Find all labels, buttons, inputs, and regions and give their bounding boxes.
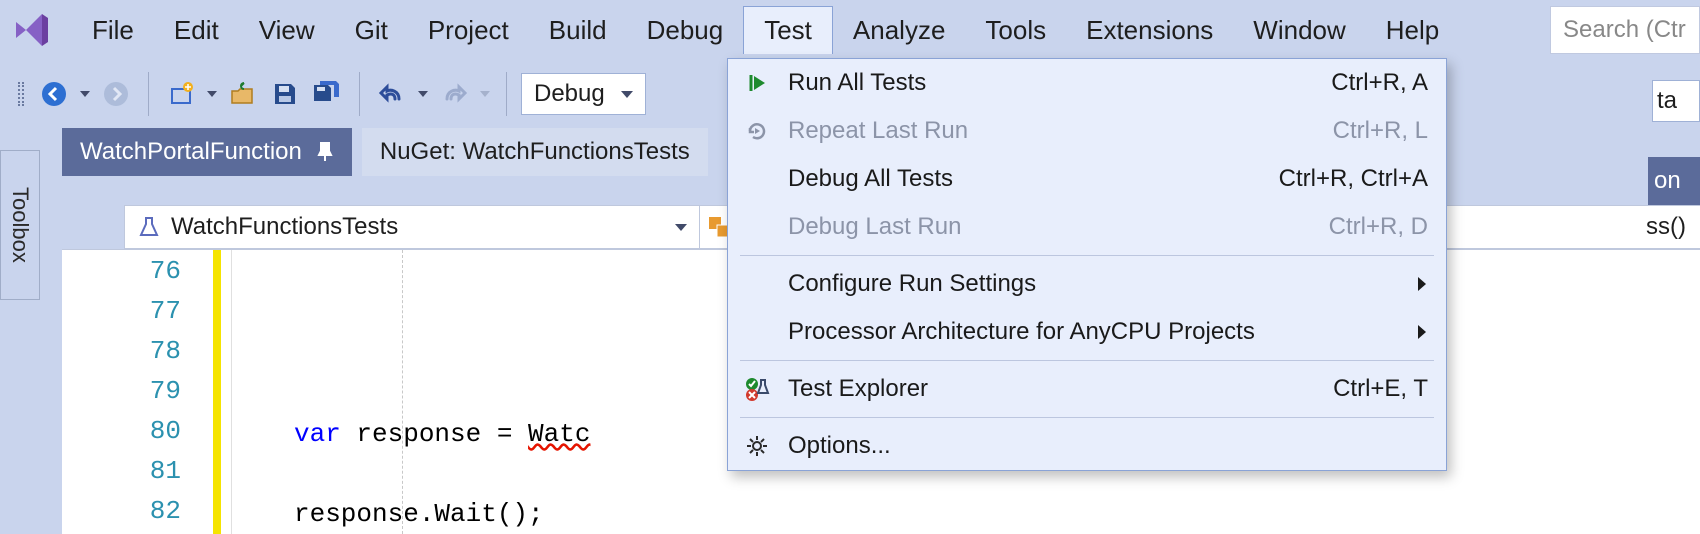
line-number: 78 bbox=[150, 336, 181, 366]
menu-test[interactable]: Test bbox=[743, 6, 833, 54]
undo-dropdown[interactable] bbox=[416, 87, 430, 101]
line-number: 81 bbox=[150, 456, 181, 486]
test-menu-dropdown: Run All Tests Ctrl+R, A Repeat Last Run … bbox=[727, 58, 1447, 471]
menu-git[interactable]: Git bbox=[335, 7, 408, 54]
nav-back-button[interactable] bbox=[36, 76, 72, 112]
editor-gutter: 76 77 78 79 80 81 82 bbox=[62, 250, 232, 534]
menu-item-label: Debug All Tests bbox=[788, 165, 953, 193]
toolbar-separator bbox=[359, 72, 360, 116]
menu-item-label: Options... bbox=[788, 432, 891, 460]
document-tab-watchportal[interactable]: WatchPortalFunction bbox=[62, 128, 352, 176]
search-placeholder: Search (Ctr bbox=[1563, 16, 1686, 44]
play-icon bbox=[742, 68, 772, 98]
toolbox-label: Toolbox bbox=[7, 187, 33, 263]
menu-item-label: Processor Architecture for AnyCPU Projec… bbox=[788, 318, 1255, 346]
menu-item-label: Run All Tests bbox=[788, 69, 926, 97]
menu-item-processor-architecture[interactable]: Processor Architecture for AnyCPU Projec… bbox=[728, 308, 1446, 356]
line-number: 80 bbox=[150, 416, 181, 446]
test-explorer-icon bbox=[742, 374, 772, 404]
line-number: 79 bbox=[150, 376, 181, 406]
repeat-icon bbox=[742, 116, 772, 146]
menu-separator bbox=[740, 417, 1434, 418]
menu-tools[interactable]: Tools bbox=[965, 7, 1066, 54]
toolbar-separator bbox=[148, 72, 149, 116]
menu-file[interactable]: File bbox=[72, 7, 154, 54]
menu-analyze[interactable]: Analyze bbox=[833, 7, 966, 54]
toolbar-grip-icon bbox=[18, 82, 24, 106]
menu-item-shortcut: Ctrl+E, T bbox=[1333, 375, 1428, 403]
menu-item-repeat-last-run: Repeat Last Run Ctrl+R, L bbox=[728, 107, 1446, 155]
menu-item-options[interactable]: Options... bbox=[728, 422, 1446, 470]
save-button[interactable] bbox=[267, 76, 303, 112]
change-indicator bbox=[213, 250, 221, 534]
vs-logo-icon bbox=[8, 6, 56, 54]
pin-icon[interactable] bbox=[316, 141, 334, 163]
menu-item-shortcut: Ctrl+R, L bbox=[1333, 117, 1428, 145]
menu-item-run-all-tests[interactable]: Run All Tests Ctrl+R, A bbox=[728, 59, 1446, 107]
flask-icon bbox=[137, 215, 161, 239]
line-number: 77 bbox=[150, 296, 181, 326]
chevron-right-icon bbox=[1418, 325, 1428, 339]
menu-edit[interactable]: Edit bbox=[154, 7, 239, 54]
menu-item-label: Test Explorer bbox=[788, 375, 928, 403]
indent-guide bbox=[402, 250, 403, 534]
nav-back-dropdown[interactable] bbox=[78, 87, 92, 101]
clipped-platform-combo[interactable]: ta bbox=[1652, 80, 1700, 122]
clipped-tab[interactable]: on bbox=[1648, 157, 1700, 205]
nav-forward-button[interactable] bbox=[98, 76, 134, 112]
undo-button[interactable] bbox=[374, 76, 410, 112]
project-name: WatchFunctionsTests bbox=[171, 213, 398, 241]
menu-item-shortcut: Ctrl+R, A bbox=[1331, 69, 1428, 97]
toolbox-sidetab[interactable]: Toolbox bbox=[0, 150, 40, 300]
solution-config-value: Debug bbox=[534, 80, 605, 108]
main-menu-bar: File Edit View Git Project Build Debug T… bbox=[0, 0, 1700, 60]
tab-label: WatchPortalFunction bbox=[80, 138, 302, 166]
tab-label: NuGet: WatchFunctionsTests bbox=[380, 138, 690, 166]
menu-item-debug-last-run: Debug Last Run Ctrl+R, D bbox=[728, 203, 1446, 251]
menu-build[interactable]: Build bbox=[529, 7, 627, 54]
search-input[interactable]: Search (Ctr bbox=[1550, 6, 1700, 54]
menu-view[interactable]: View bbox=[239, 7, 335, 54]
menu-item-label: Configure Run Settings bbox=[788, 270, 1036, 298]
new-project-dropdown[interactable] bbox=[205, 87, 219, 101]
code-line: response.Wait(); bbox=[294, 494, 1700, 534]
menu-project[interactable]: Project bbox=[408, 7, 529, 54]
menu-separator bbox=[740, 360, 1434, 361]
menu-extensions[interactable]: Extensions bbox=[1066, 7, 1233, 54]
menu-help[interactable]: Help bbox=[1366, 7, 1459, 54]
menu-separator bbox=[740, 255, 1434, 256]
menu-item-label: Repeat Last Run bbox=[788, 117, 968, 145]
redo-button[interactable] bbox=[436, 76, 472, 112]
menu-debug[interactable]: Debug bbox=[627, 7, 744, 54]
menu-window[interactable]: Window bbox=[1233, 7, 1365, 54]
toolbar-separator bbox=[506, 72, 507, 116]
line-number: 82 bbox=[150, 496, 181, 526]
open-file-button[interactable] bbox=[225, 76, 261, 112]
document-tab-nuget[interactable]: NuGet: WatchFunctionsTests bbox=[362, 128, 708, 176]
menu-item-test-explorer[interactable]: Test Explorer Ctrl+E, T bbox=[728, 365, 1446, 413]
menu-item-label: Debug Last Run bbox=[788, 213, 961, 241]
project-combo[interactable]: WatchFunctionsTests bbox=[125, 206, 700, 248]
clipped-member-combo[interactable]: ss() bbox=[1640, 205, 1700, 249]
menu-item-shortcut: Ctrl+R, D bbox=[1329, 213, 1428, 241]
menu-item-shortcut: Ctrl+R, Ctrl+A bbox=[1279, 165, 1428, 193]
line-number: 76 bbox=[150, 256, 181, 286]
menu-item-configure-run-settings[interactable]: Configure Run Settings bbox=[728, 260, 1446, 308]
save-all-button[interactable] bbox=[309, 76, 345, 112]
menu-item-debug-all-tests[interactable]: Debug All Tests Ctrl+R, Ctrl+A bbox=[728, 155, 1446, 203]
redo-dropdown[interactable] bbox=[478, 87, 492, 101]
gear-icon bbox=[742, 431, 772, 461]
chevron-right-icon bbox=[1418, 277, 1428, 291]
new-project-button[interactable] bbox=[163, 76, 199, 112]
solution-config-combo[interactable]: Debug bbox=[521, 73, 646, 115]
